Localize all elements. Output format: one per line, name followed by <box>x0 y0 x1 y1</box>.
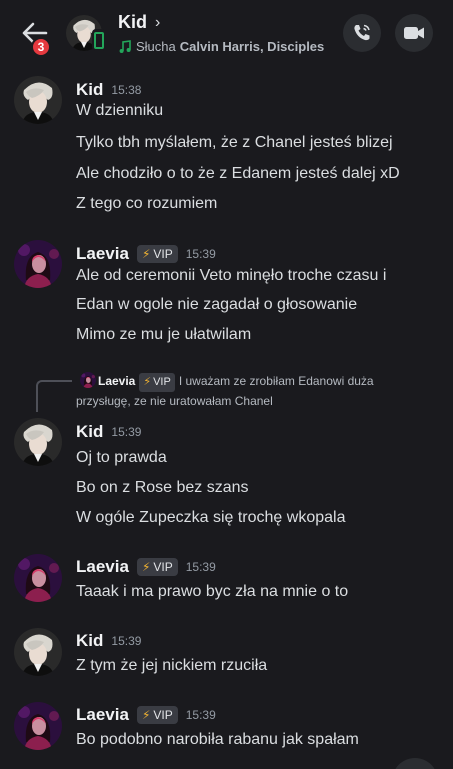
mobile-status-icon <box>92 29 106 51</box>
message-text[interactable]: Ale chodziło o to że z Edanem jesteś dal… <box>76 165 400 183</box>
vip-badge[interactable]: ⚡ VIP <box>136 558 178 576</box>
jump-to-present-button[interactable] <box>392 758 438 769</box>
vip-badge[interactable]: ⚡ VIP <box>136 706 178 724</box>
avatar-image <box>14 76 62 124</box>
reply-connector <box>36 380 72 412</box>
message-text[interactable]: W ogóle Zupeczka się trochę wkopala <box>76 509 345 527</box>
message-text[interactable]: Mimo ze mu je ułatwilam <box>76 326 251 344</box>
message-text[interactable]: Oj to prawda <box>76 449 167 467</box>
reply-author: Laevia <box>98 374 136 388</box>
message-text[interactable]: Z tego co rozumiem <box>76 195 217 213</box>
avatar-image <box>14 240 62 288</box>
lightning-icon: ⚡ <box>141 560 151 574</box>
vip-badge[interactable]: ⚡ VIP <box>136 245 178 263</box>
message-header: Kid 15:38 <box>76 80 141 100</box>
message-header: Laevia ⚡ VIP 15:39 <box>76 244 216 264</box>
author-name[interactable]: Laevia <box>76 557 129 577</box>
message-text[interactable]: W dzienniku <box>76 102 163 120</box>
activity-status: Słucha Calvin Harris, Disciples <box>118 39 324 54</box>
vip-label: VIP <box>153 247 173 261</box>
video-call-button[interactable] <box>395 14 433 52</box>
avatar[interactable] <box>14 702 62 750</box>
timestamp: 15:39 <box>111 425 142 439</box>
status-prefix: Słucha <box>136 39 176 54</box>
timestamp: 15:39 <box>185 708 216 722</box>
avatar[interactable] <box>14 418 62 466</box>
lightning-icon: ⚡ <box>141 247 151 261</box>
contact-name: Kid <box>118 12 147 32</box>
avatar-image <box>14 554 62 602</box>
message-header: Laevia ⚡ VIP 15:39 <box>76 705 216 725</box>
chat-header: 3 Kid › Słucha Calvin Harris, Disciples <box>0 0 453 70</box>
author-name[interactable]: Kid <box>76 80 103 100</box>
header-title[interactable]: Kid › <box>118 12 160 33</box>
message-text[interactable]: Bo podobno narobiła rabanu jak spałam <box>76 731 359 749</box>
reply-preview: Laevia ⚡ VIP I uważam ze zrobiłam Edanowi d… <box>76 372 406 411</box>
avatar[interactable] <box>14 240 62 288</box>
message-text[interactable]: Z tym że jej nickiem rzuciła <box>76 657 267 675</box>
author-name[interactable]: Laevia <box>76 244 129 264</box>
message-text[interactable]: Bo on z Rose bez szans <box>76 479 249 497</box>
voice-call-button[interactable] <box>343 14 381 52</box>
lightning-icon: ⚡ <box>141 708 151 722</box>
timestamp: 15:39 <box>185 247 216 261</box>
message-header: Kid 15:39 <box>76 631 141 651</box>
video-camera-icon <box>404 27 424 39</box>
message-text[interactable]: Taaak i ma prawo byc zła na mnie o to <box>76 583 348 601</box>
message-text[interactable]: Ale od ceremonii Veto minęło troche czas… <box>76 267 386 285</box>
vip-label: VIP <box>153 376 171 388</box>
avatar[interactable] <box>14 628 62 676</box>
author-name[interactable]: Kid <box>76 422 103 442</box>
header-avatar[interactable] <box>66 15 106 55</box>
vip-label: VIP <box>153 560 173 574</box>
status-track: Calvin Harris, Disciples <box>179 39 325 54</box>
music-note-icon <box>119 39 131 53</box>
lightning-icon: ⚡ <box>143 376 152 388</box>
chevron-right-icon: › <box>155 13 161 31</box>
phone-call-icon <box>354 24 370 41</box>
timestamp: 15:39 <box>111 634 142 648</box>
message-header: Laevia ⚡ VIP 15:39 <box>76 557 216 577</box>
vip-badge: ⚡ VIP <box>139 373 175 392</box>
message-header: Kid 15:39 <box>76 422 141 442</box>
avatar[interactable] <box>14 554 62 602</box>
avatar-image <box>14 628 62 676</box>
author-name[interactable]: Kid <box>76 631 103 651</box>
message-text[interactable]: Edan w ogole nie zagadał o głosowanie <box>76 296 357 314</box>
avatar-image <box>14 418 62 466</box>
vip-label: VIP <box>153 708 173 722</box>
unread-badge: 3 <box>31 37 51 57</box>
timestamp: 15:38 <box>111 83 142 97</box>
avatar-image <box>14 702 62 750</box>
timestamp: 15:39 <box>185 560 216 574</box>
author-name[interactable]: Laevia <box>76 705 129 725</box>
message-text[interactable]: Tylko tbh myślałem, że z Chanel jesteś b… <box>76 134 393 152</box>
avatar[interactable] <box>14 76 62 124</box>
